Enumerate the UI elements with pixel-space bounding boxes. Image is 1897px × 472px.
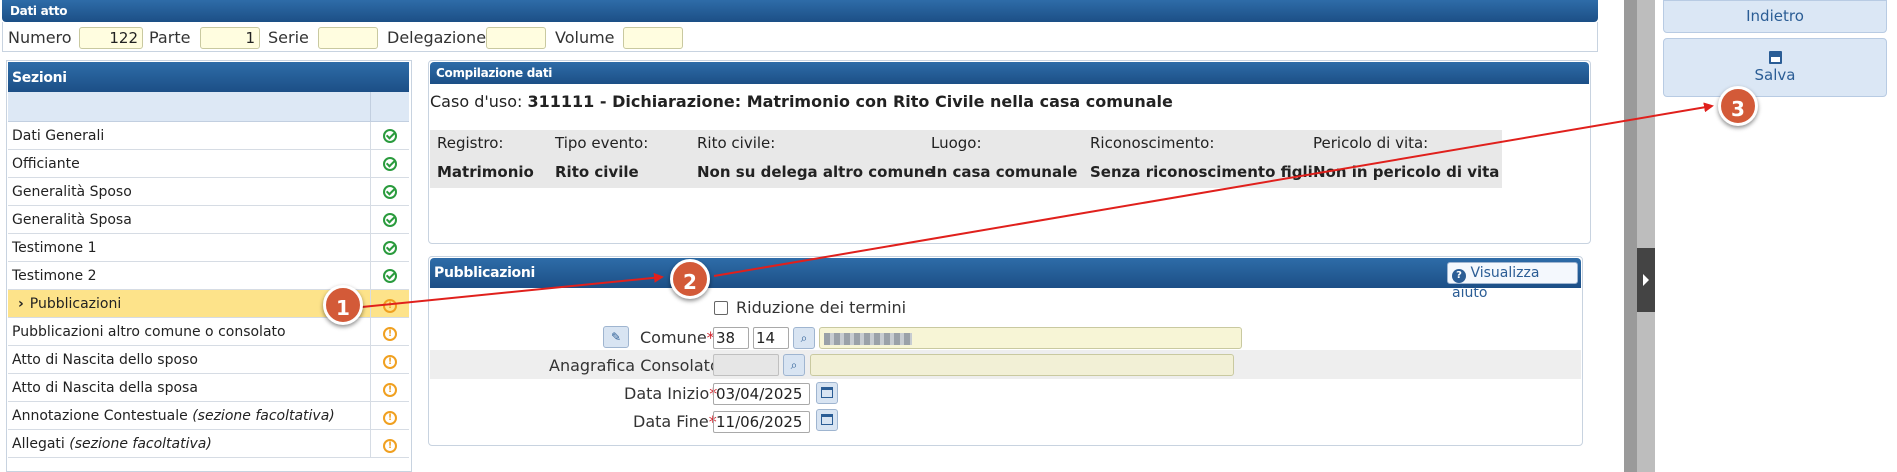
step-1-badge: 1 [323, 285, 363, 325]
arrow-2-to-3 [713, 102, 1714, 277]
annotation-arrows [361, 102, 1714, 308]
step-2-badge: 2 [670, 259, 710, 299]
arrow-1-to-2 [361, 272, 664, 308]
step-3-badge: 3 [1718, 86, 1758, 126]
